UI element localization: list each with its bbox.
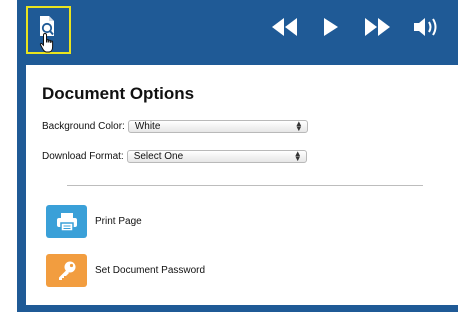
volume-icon bbox=[414, 18, 437, 36]
select-arrows-icon: ▲ ▼ bbox=[294, 119, 303, 133]
background-color-select[interactable]: White ▲ ▼ bbox=[127, 119, 308, 133]
printer-icon bbox=[56, 212, 77, 232]
toolbar bbox=[17, 0, 458, 54]
rewind-button[interactable] bbox=[267, 12, 303, 42]
divider bbox=[67, 185, 423, 186]
page-margin bbox=[0, 0, 17, 312]
set-password-label[interactable]: Set Document Password bbox=[95, 265, 205, 276]
play-icon bbox=[324, 18, 338, 36]
reader-window: Document Options Background Color: White… bbox=[17, 0, 458, 312]
fast-forward-button[interactable] bbox=[359, 12, 395, 42]
document-options-panel: Document Options Background Color: White… bbox=[26, 65, 458, 305]
download-format-value: Select One bbox=[133, 151, 184, 162]
set-password-action[interactable]: Set Document Password bbox=[46, 254, 205, 287]
play-button[interactable] bbox=[313, 12, 349, 42]
rewind-icon bbox=[272, 18, 297, 36]
background-color-row: Background Color: White ▲ ▼ bbox=[42, 120, 308, 133]
background-color-value: White bbox=[134, 121, 161, 132]
download-format-label: Download Format: bbox=[42, 151, 124, 162]
hand-pointer-icon bbox=[39, 32, 54, 53]
password-tile[interactable] bbox=[46, 254, 87, 287]
download-format-select[interactable]: Select One ▲ ▼ bbox=[126, 149, 307, 163]
print-page-action[interactable]: Print Page bbox=[46, 205, 142, 238]
fast-forward-icon bbox=[365, 18, 390, 36]
volume-button[interactable] bbox=[410, 12, 446, 42]
print-page-label[interactable]: Print Page bbox=[95, 216, 142, 227]
select-arrows-icon: ▲ ▼ bbox=[293, 149, 302, 163]
download-format-row: Download Format: Select One ▲ ▼ bbox=[42, 150, 307, 163]
print-tile[interactable] bbox=[46, 205, 87, 238]
background-color-label: Background Color: bbox=[42, 121, 125, 132]
key-icon bbox=[58, 261, 75, 280]
panel-title: Document Options bbox=[42, 84, 195, 103]
